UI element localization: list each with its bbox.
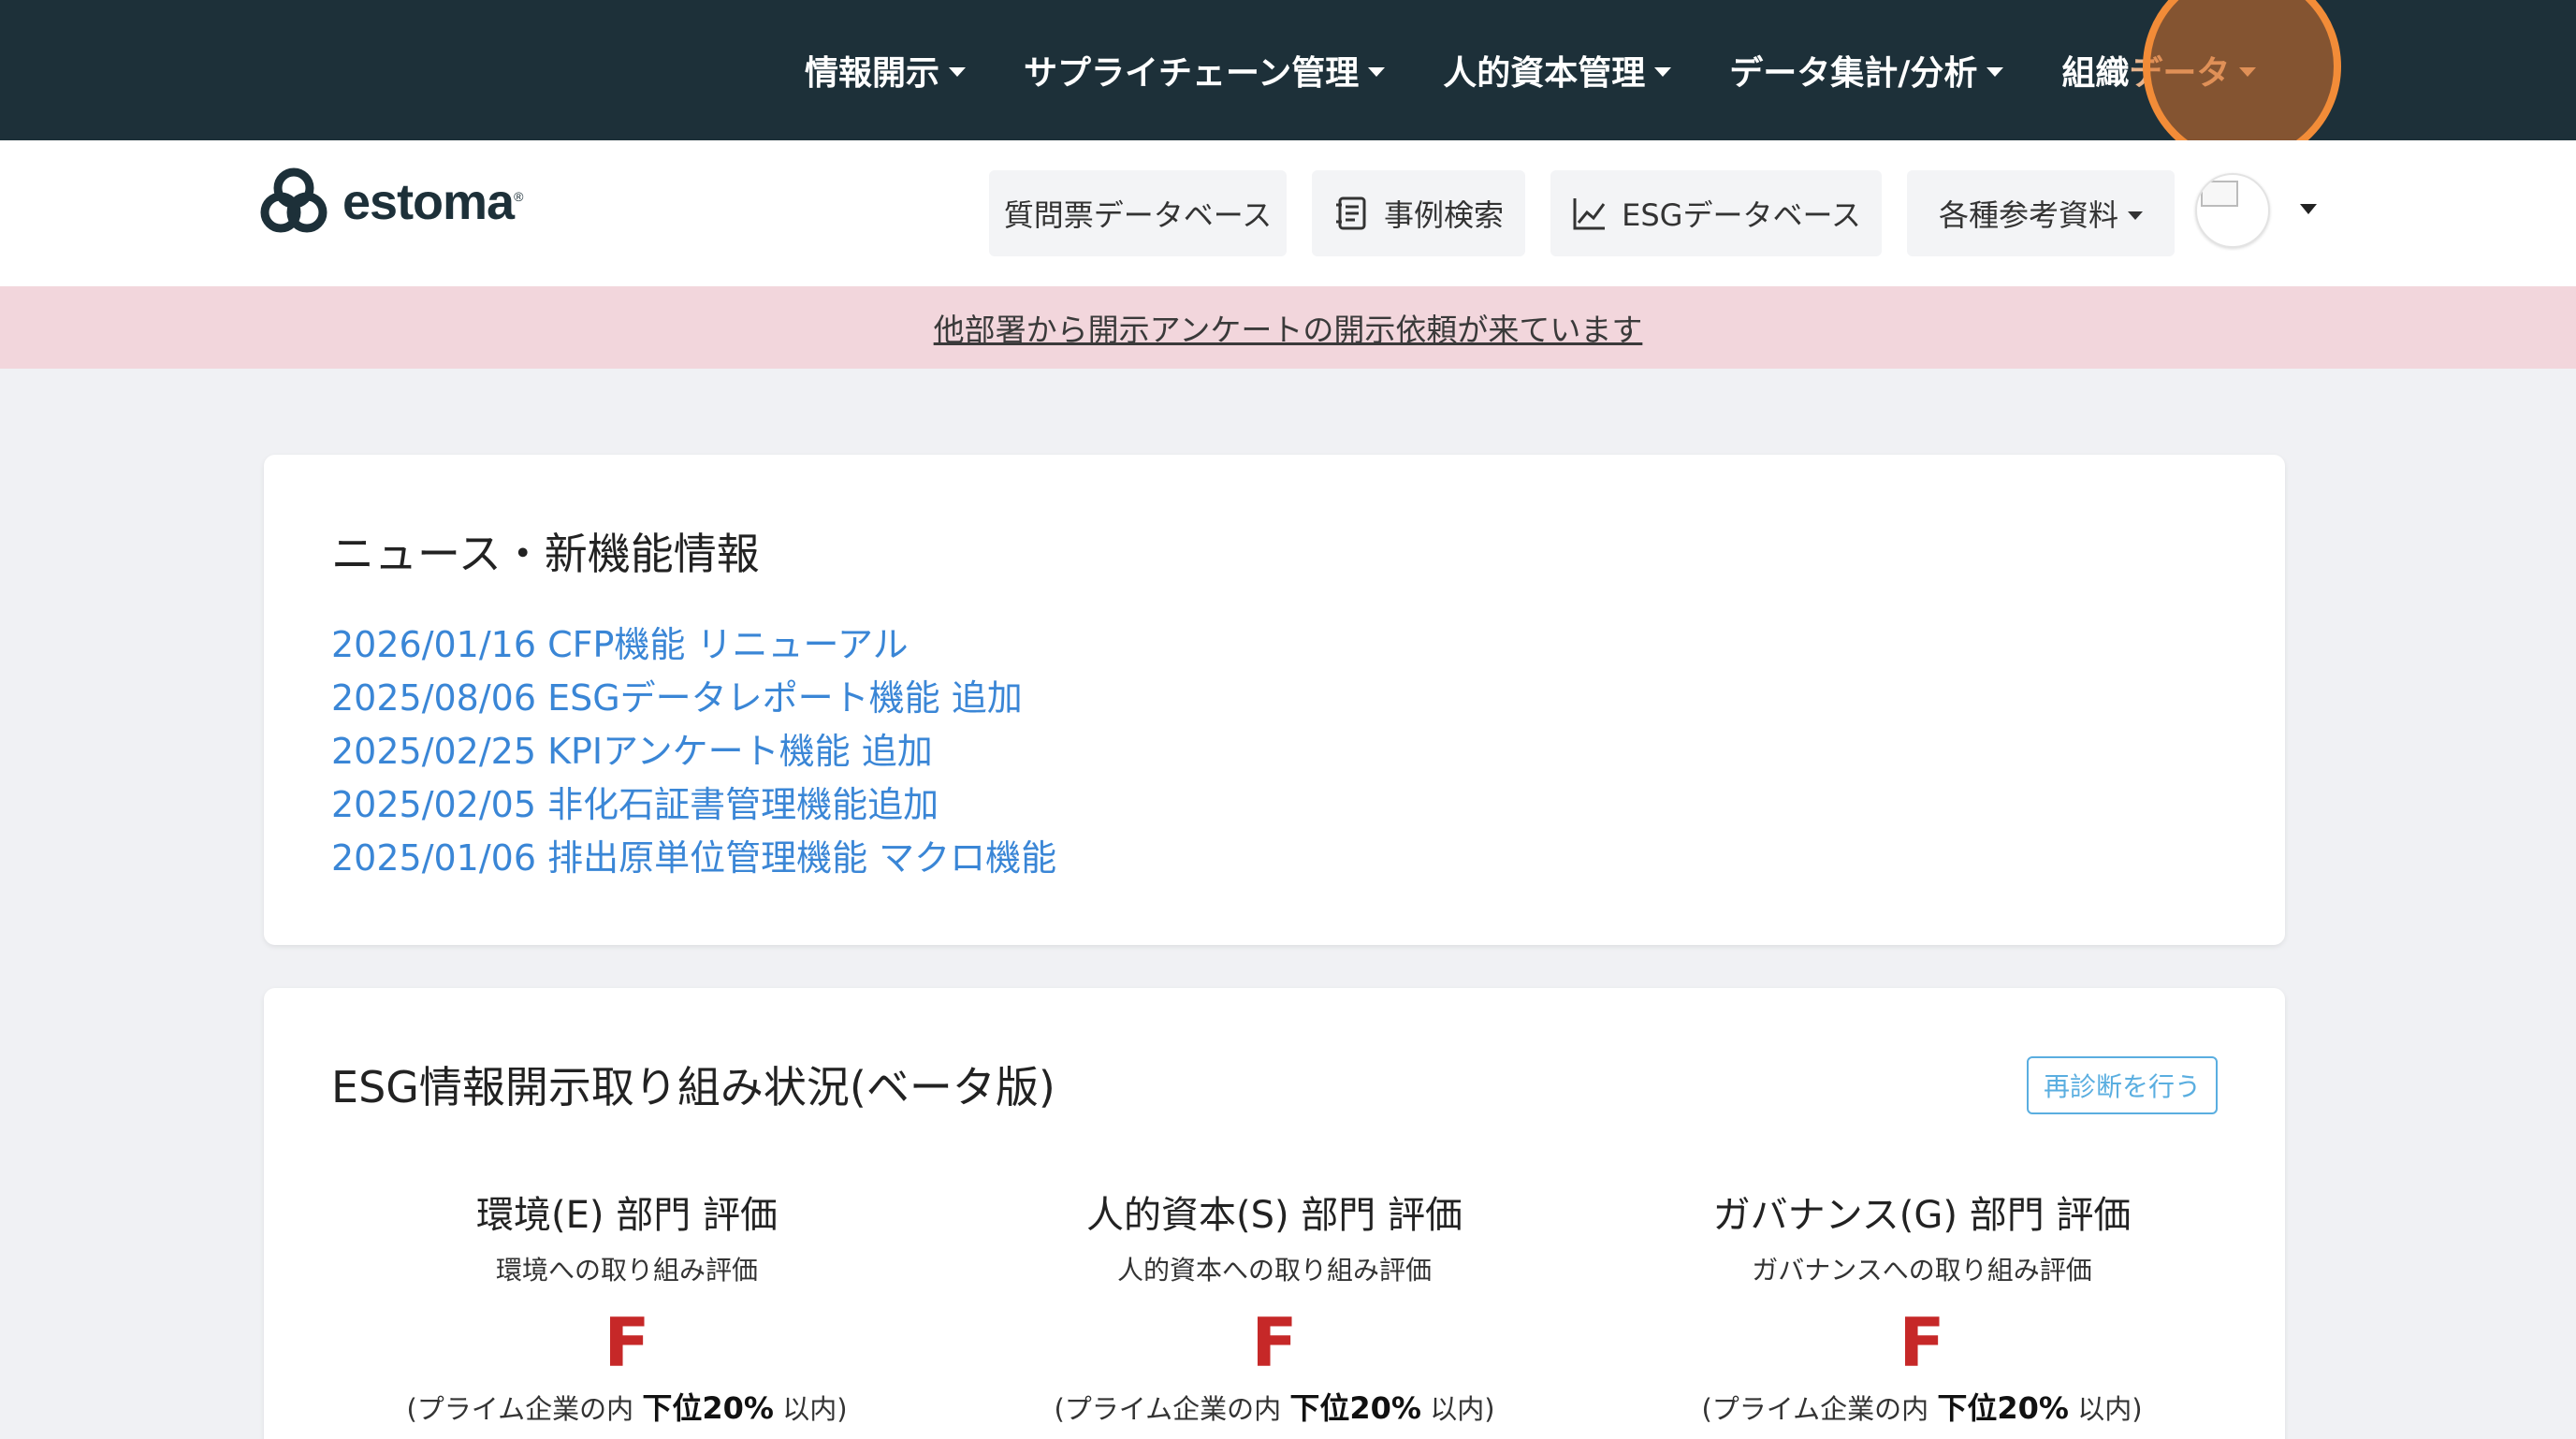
nav-disclosure-label: 情報開示 — [805, 54, 940, 93]
caret-down-icon — [2128, 211, 2143, 220]
news-list: 2026/01/16 CFP機能 リニューアル 2025/08/06 ESGデー… — [331, 618, 1056, 885]
nav-human-capital-label: 人的資本管理 — [1443, 54, 1646, 93]
questionnaire-database-button[interactable]: 質問票データベース — [989, 170, 1287, 256]
esg-status-card: ESG情報開示取り組み状況(ベータ版) 再診断を行う 環境(E) 部門 評価 環… — [264, 988, 2285, 1439]
news-link[interactable]: 2025/01/06 排出原単位管理機能 マクロ機能 — [331, 832, 1056, 885]
user-avatar[interactable] — [2195, 173, 2270, 248]
evaluation-rank: (プライム企業の内 下位20% 以内) — [1701, 1390, 2143, 1426]
header-bar: estoma® 質問票データベース 事例検索 ESGデータベース 各種参考資料 — [0, 140, 2576, 286]
evaluation-subtitle: 環境への取り組み評価 — [495, 1255, 758, 1286]
svg-text:F: F — [1251, 1308, 1297, 1372]
nav-data-analysis-label: データ集計/分析 — [1729, 54, 1978, 93]
top-nav-menu: 情報開示 サプライチェーン管理 人的資本管理 データ集計/分析 組織 データ — [805, 0, 2314, 140]
caret-down-icon — [1654, 67, 1672, 77]
estoma-logo[interactable]: estoma® — [255, 163, 523, 241]
nav-organization-data-dropdown[interactable]: 組織 データ — [2061, 46, 2257, 94]
user-menu-caret-icon[interactable] — [2300, 204, 2317, 214]
grade-f-icon: F — [604, 1303, 649, 1382]
svg-text:F: F — [1899, 1308, 1944, 1372]
esg-database-button[interactable]: ESGデータベース — [1550, 170, 1882, 256]
questionnaire-database-label: 質問票データベース — [1003, 197, 1273, 233]
nav-human-capital-dropdown[interactable]: 人的資本管理 — [1443, 46, 1672, 94]
evaluation-subtitle: 人的資本への取り組み評価 — [1116, 1255, 1432, 1286]
caret-down-icon — [1368, 67, 1386, 77]
news-card-title: ニュース・新機能情報 — [331, 529, 760, 579]
evaluation-rank: (プライム企業の内 下位20% 以内) — [1054, 1390, 1495, 1426]
rediagnose-button[interactable]: 再診断を行う — [2026, 1056, 2218, 1114]
news-card: ニュース・新機能情報 2026/01/16 CFP機能 リニューアル 2025/… — [264, 455, 2285, 945]
governance-evaluation: ガバナンス(G) 部門 評価 ガバナンスへの取り組み評価 F (プライム企業の内… — [1660, 1185, 2184, 1428]
news-link[interactable]: 2026/01/16 CFP機能 リニューアル — [331, 618, 1056, 672]
disclosure-request-alert: 他部署から開示アンケートの開示依頼が来ています — [0, 286, 2576, 369]
news-link[interactable]: 2025/08/06 ESGデータレポート機能 追加 — [331, 672, 1056, 725]
news-link[interactable]: 2025/02/25 KPIアンケート機能 追加 — [331, 725, 1056, 778]
case-search-button[interactable]: 事例検索 — [1312, 170, 1525, 256]
environment-evaluation: 環境(E) 部門 評価 環境への取り組み評価 F (プライム企業の内 下位20%… — [365, 1185, 889, 1428]
caret-down-icon — [2239, 67, 2257, 77]
caret-down-icon — [949, 67, 967, 77]
estoma-logo-icon — [260, 167, 327, 233]
references-dropdown[interactable]: 各種参考資料 — [1907, 170, 2175, 256]
caret-down-icon — [1987, 67, 2004, 77]
esg-status-title: ESG情報開示取り組み状況(ベータ版) — [331, 1062, 1055, 1112]
case-search-label: 事例検索 — [1383, 197, 1504, 233]
grade-f-icon: F — [1251, 1303, 1297, 1382]
nav-organization-data-label-a: 組織 — [2061, 54, 2130, 93]
evaluation-rank: (プライム企業の内 下位20% 以内) — [406, 1390, 848, 1426]
esg-database-label: ESGデータベース — [1622, 197, 1861, 233]
evaluation-title: 人的資本(S) 部門 評価 — [1085, 1194, 1463, 1237]
nav-organization-data-label-b: データ — [2129, 54, 2231, 93]
human-capital-evaluation: 人的資本(S) 部門 評価 人的資本への取り組み評価 F (プライム企業の内 下… — [1012, 1185, 1536, 1428]
disclosure-request-link[interactable]: 他部署から開示アンケートの開示依頼が来ています — [934, 305, 1643, 350]
top-navbar: 情報開示 サプライチェーン管理 人的資本管理 データ集計/分析 組織 データ — [0, 0, 2576, 140]
nav-supply-chain-dropdown[interactable]: サプライチェーン管理 — [1024, 46, 1386, 94]
broken-image-icon — [2201, 181, 2238, 207]
evaluation-title: 環境(E) 部門 評価 — [476, 1194, 778, 1237]
grade-f-icon: F — [1899, 1303, 1944, 1382]
nav-supply-chain-label: サプライチェーン管理 — [1024, 54, 1360, 93]
logo-text: estoma® — [342, 174, 523, 230]
nav-data-analysis-dropdown[interactable]: データ集計/分析 — [1729, 46, 2004, 94]
evaluation-subtitle: ガバナンスへの取り組み評価 — [1752, 1255, 2092, 1286]
news-link[interactable]: 2025/02/05 非化石証書管理機能追加 — [331, 778, 1056, 832]
svg-text:F: F — [604, 1308, 649, 1372]
line-chart-icon — [1571, 195, 1608, 232]
evaluation-title: ガバナンス(G) 部門 評価 — [1712, 1194, 2132, 1237]
notebook-icon — [1333, 195, 1371, 232]
nav-disclosure-dropdown[interactable]: 情報開示 — [805, 46, 967, 94]
references-label: 各種参考資料 — [1938, 197, 2118, 233]
